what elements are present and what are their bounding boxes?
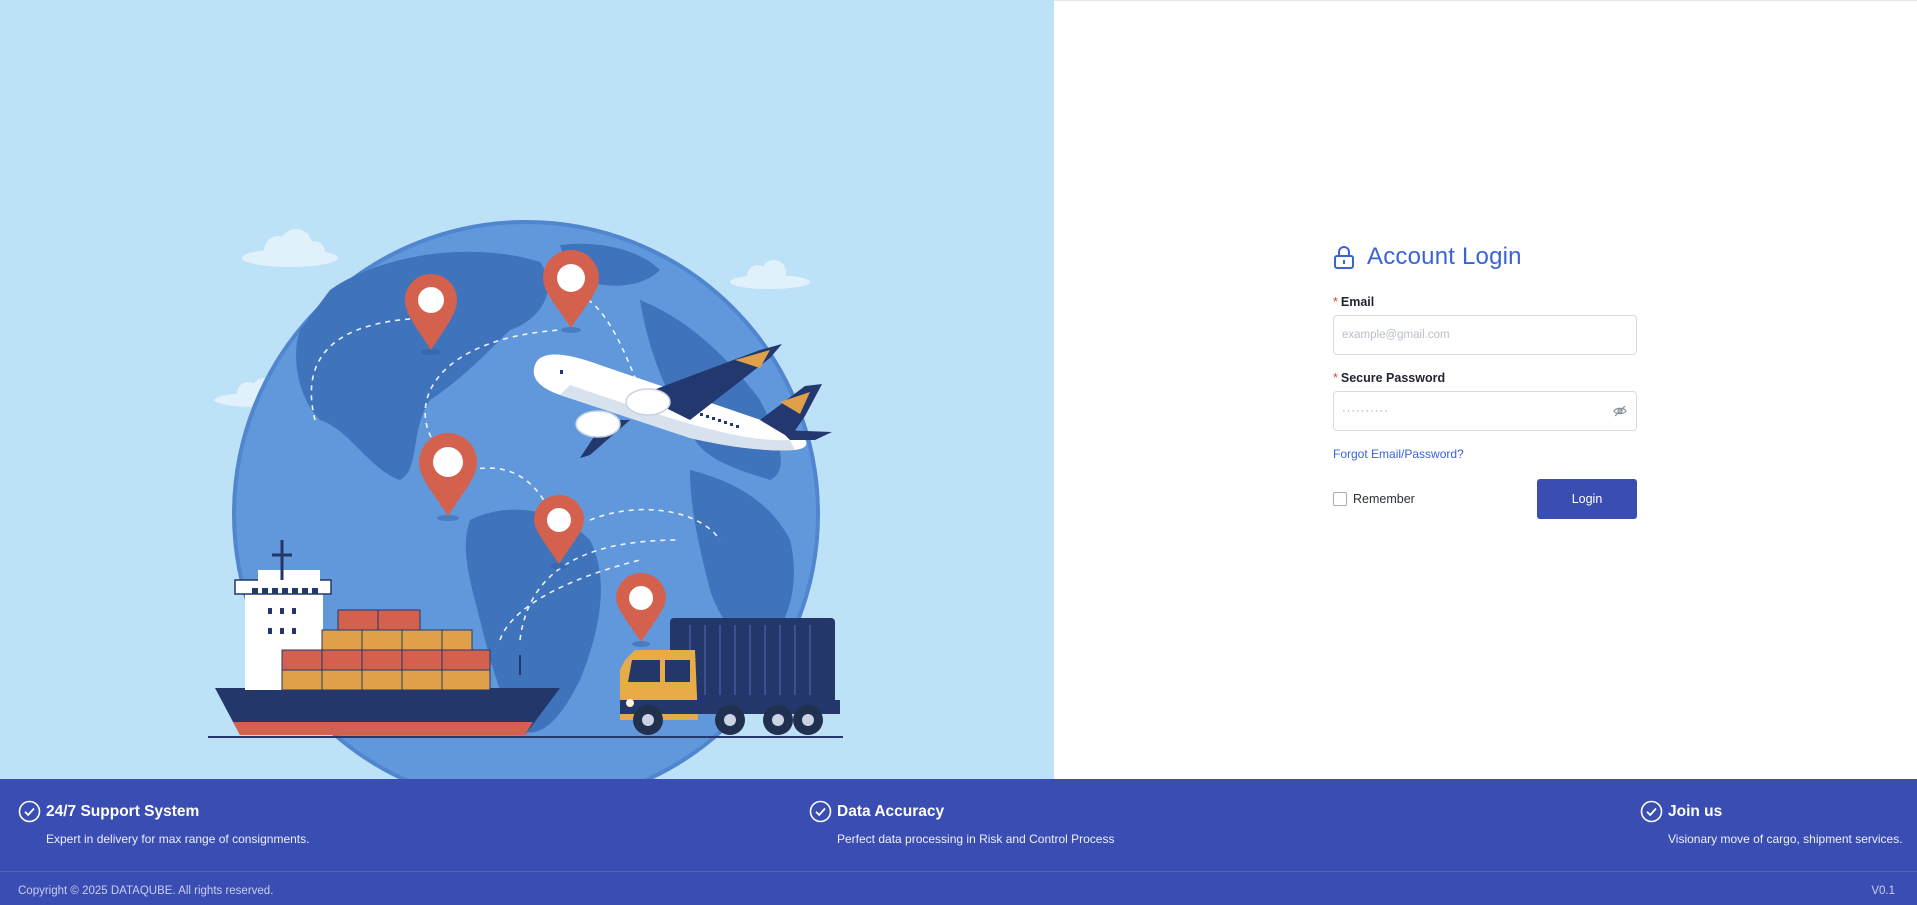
email-label: * Email — [1333, 295, 1637, 309]
feature-description: Perfect data processing in Risk and Cont… — [837, 832, 1115, 846]
feature-description: Expert in delivery for max range of cons… — [46, 832, 310, 846]
checkbox-box[interactable] — [1333, 492, 1347, 506]
feature-description: Visionary move of cargo, shipment servic… — [1668, 832, 1903, 846]
feature-title: Data Accuracy — [837, 802, 945, 820]
form-actions: Remember Login — [1333, 479, 1637, 519]
email-field[interactable]: example@gmail.com — [1333, 315, 1637, 355]
email-placeholder: example@gmail.com — [1342, 329, 1450, 341]
login-title: Account Login — [1333, 241, 1637, 273]
feature-item: Join us Visionary move of cargo, shipmen… — [1640, 800, 1903, 846]
feature-title: Join us — [1668, 802, 1723, 820]
login-form: Account Login * Email example@gmail.com … — [1333, 241, 1637, 519]
copyright-text: Copyright © 2025 DATAQUBE. All rights re… — [18, 885, 274, 897]
password-label: * Secure Password — [1333, 371, 1637, 385]
required-mark: * — [1333, 295, 1338, 309]
check-circle-icon — [18, 800, 41, 823]
password-field[interactable]: ·········· — [1333, 391, 1637, 431]
feature-item: Data Accuracy Perfect data processing in… — [809, 800, 1114, 846]
globe-logistics-image — [208, 220, 843, 779]
password-mask: ·········· — [1342, 405, 1389, 417]
email-label-text: Email — [1340, 295, 1375, 309]
remember-checkbox[interactable]: Remember — [1333, 492, 1415, 506]
logistics-illustration — [0, 0, 1054, 779]
feature-list: 24/7 Support System Expert in delivery f… — [0, 779, 1917, 872]
feature-title: 24/7 Support System — [46, 802, 200, 820]
forgot-password-link[interactable]: Forgot Email/Password? — [1333, 447, 1464, 461]
check-circle-icon — [809, 800, 832, 823]
password-label-text: Secure Password — [1340, 371, 1446, 385]
eye-off-icon[interactable] — [1612, 403, 1628, 419]
login-panel: Account Login * Email example@gmail.com … — [1054, 0, 1917, 779]
feature-item: 24/7 Support System Expert in delivery f… — [18, 800, 309, 846]
login-button[interactable]: Login — [1537, 479, 1637, 519]
login-page: Account Login * Email example@gmail.com … — [0, 0, 1917, 905]
lock-icon — [1333, 245, 1355, 269]
required-mark: * — [1333, 371, 1338, 385]
footer: 24/7 Support System Expert in delivery f… — [0, 779, 1917, 905]
page-title: Account Login — [1367, 243, 1522, 270]
remember-label: Remember — [1353, 492, 1415, 506]
version-label: V0.1 — [1871, 885, 1895, 897]
check-circle-icon — [1640, 800, 1663, 823]
